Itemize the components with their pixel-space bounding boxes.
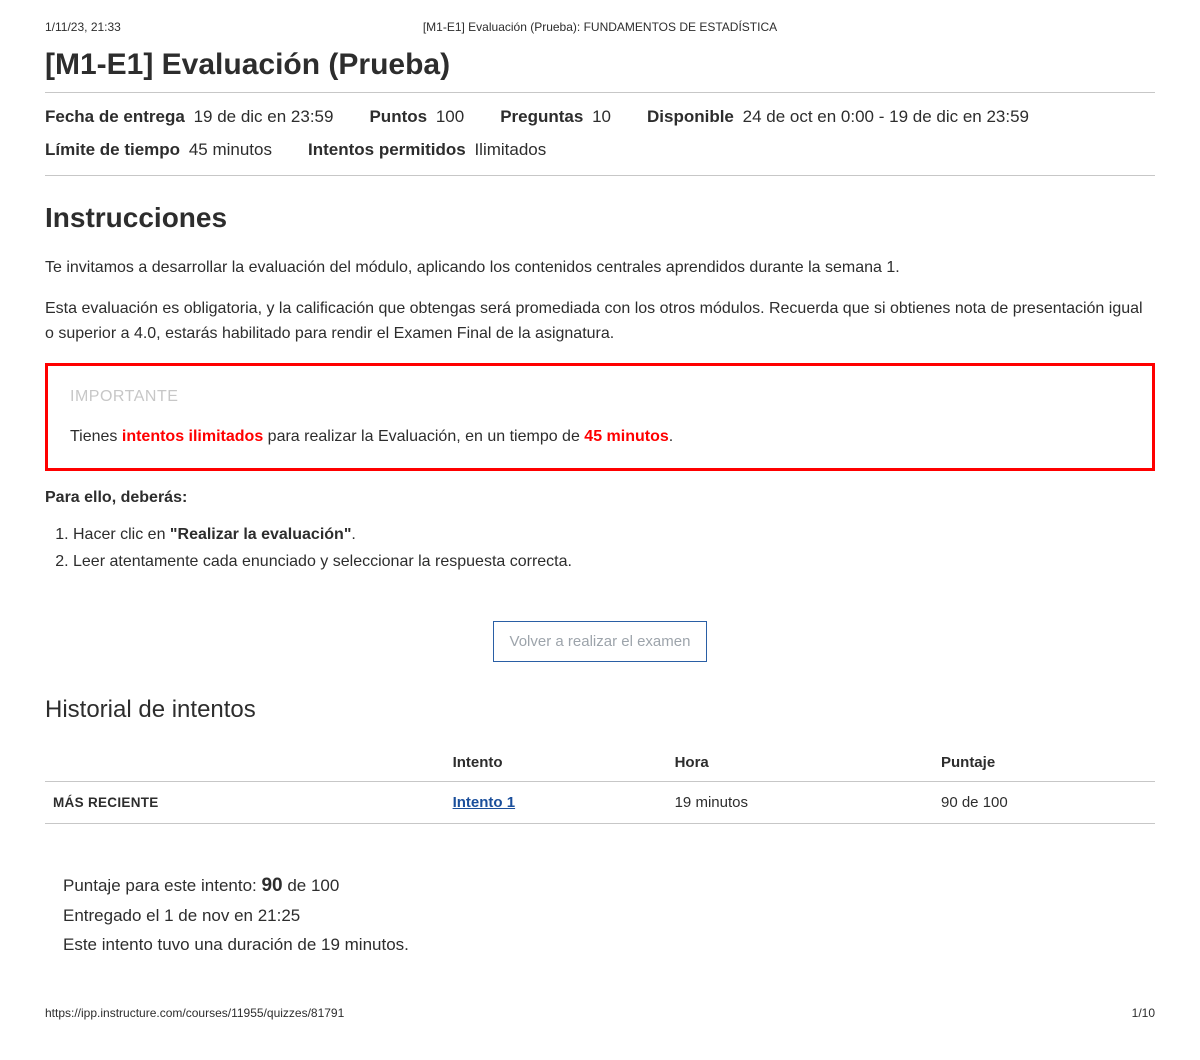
meta-points-label: Puntos	[369, 107, 427, 126]
print-header: 1/11/23, 21:33 [M1-E1] Evaluación (Prueb…	[45, 20, 1155, 34]
meta-available: Disponible 24 de oct en 0:00 - 19 de dic…	[647, 103, 1029, 130]
print-header-spacer	[955, 20, 1155, 34]
meta-attempts: Intentos permitidos Ilimitados	[308, 136, 546, 163]
step1-bold: "Realizar la evaluación"	[170, 526, 351, 543]
history-score-value: 90 de 100	[933, 782, 1155, 824]
print-timestamp: 1/11/23, 21:33	[45, 20, 245, 34]
history-heading: Historial de intentos	[45, 696, 1155, 724]
important-box: IMPORTANTE Tienes intentos ilimitados pa…	[45, 363, 1155, 471]
step-2: Leer atentamente cada enunciado y selecc…	[73, 548, 1155, 575]
meta-due-label: Fecha de entrega	[45, 107, 185, 126]
history-col-blank	[45, 744, 445, 782]
meta-points-value: 100	[436, 107, 464, 126]
attempt-summary: Puntaje para este intento: 90 de 100 Ent…	[45, 870, 1155, 960]
meta-available-value: 24 de oct en 0:00 - 19 de dic en 23:59	[743, 107, 1029, 126]
history-col-score: Puntaje	[933, 744, 1155, 782]
print-title: [M1-E1] Evaluación (Prueba): FUNDAMENTOS…	[245, 20, 955, 34]
instructions-p2: Esta evaluación es obligatoria, y la cal…	[45, 297, 1155, 347]
table-row: MÁS RECIENTE Intento 1 19 minutos 90 de …	[45, 782, 1155, 824]
meta-attempts-value: Ilimitados	[474, 140, 546, 159]
steps-subhead: Para ello, deberás:	[45, 489, 1155, 507]
meta-timelimit: Límite de tiempo 45 minutos	[45, 136, 272, 163]
meta-timelimit-value: 45 minutos	[189, 140, 272, 159]
important-attempts: intentos ilimitados	[122, 428, 263, 445]
print-footer-page: 1/10	[1132, 1006, 1155, 1020]
important-post: .	[669, 428, 673, 445]
print-footer-url: https://ipp.instructure.com/courses/1195…	[45, 1006, 344, 1020]
meta-questions-label: Preguntas	[500, 107, 583, 126]
meta-attempts-label: Intentos permitidos	[308, 140, 466, 159]
meta-timelimit-label: Límite de tiempo	[45, 140, 180, 159]
history-col-time: Hora	[667, 744, 933, 782]
step-1: Hacer clic en "Realizar la evaluación".	[73, 521, 1155, 548]
meta-due-value: 19 de dic en 23:59	[194, 107, 334, 126]
attempt-link[interactable]: Intento 1	[453, 794, 516, 811]
meta-points: Puntos 100	[369, 103, 464, 130]
history-table: Intento Hora Puntaje MÁS RECIENTE Intent…	[45, 744, 1155, 824]
print-footer: https://ipp.instructure.com/courses/1195…	[45, 1006, 1155, 1020]
important-text: Tienes intentos ilimitados para realizar…	[70, 428, 1134, 446]
important-heading: IMPORTANTE	[70, 388, 1134, 406]
summary-score-post: de 100	[283, 876, 340, 895]
meta-questions: Preguntas 10	[500, 103, 611, 130]
page-title: [M1-E1] Evaluación (Prueba)	[45, 48, 1155, 82]
summary-score: Puntaje para este intento: 90 de 100	[63, 870, 1155, 902]
history-row-label: MÁS RECIENTE	[45, 782, 445, 824]
summary-score-pre: Puntaje para este intento:	[63, 876, 261, 895]
step1-pre: Hacer clic en	[73, 526, 170, 543]
meta-available-label: Disponible	[647, 107, 734, 126]
important-time: 45 minutos	[584, 428, 668, 445]
history-time-value: 19 minutos	[667, 782, 933, 824]
instructions-heading: Instrucciones	[45, 202, 1155, 234]
meta-due: Fecha de entrega 19 de dic en 23:59	[45, 103, 333, 130]
retake-quiz-button[interactable]: Volver a realizar el examen	[493, 621, 708, 662]
important-pre: Tienes	[70, 428, 122, 445]
instructions-p1: Te invitamos a desarrollar la evaluación…	[45, 256, 1155, 281]
meta-questions-value: 10	[592, 107, 611, 126]
history-col-attempt: Intento	[445, 744, 667, 782]
important-mid: para realizar la Evaluación, en un tiemp…	[263, 428, 584, 445]
step1-post: .	[351, 526, 355, 543]
summary-duration: Este intento tuvo una duración de 19 min…	[63, 931, 1155, 960]
quiz-meta-block: Fecha de entrega 19 de dic en 23:59 Punt…	[45, 92, 1155, 176]
summary-score-big: 90	[261, 875, 282, 896]
steps-list: Hacer clic en "Realizar la evaluación". …	[73, 521, 1155, 575]
